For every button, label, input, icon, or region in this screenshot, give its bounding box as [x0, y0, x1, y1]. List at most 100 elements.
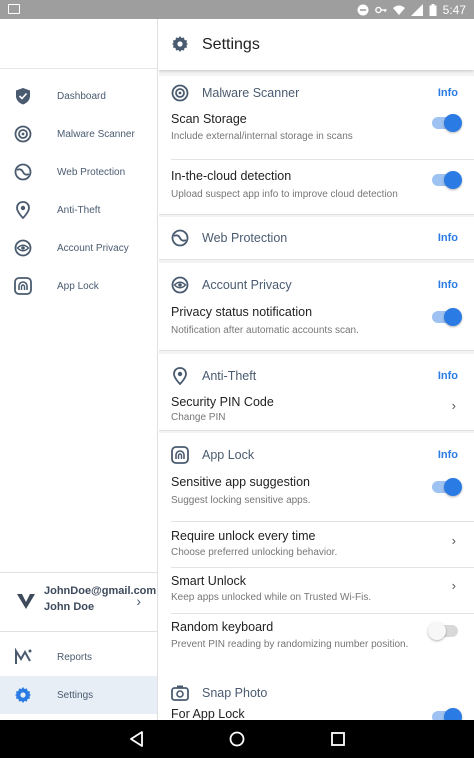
globe-icon [171, 229, 189, 247]
web-protection-section: Web Protection Info [159, 217, 474, 260]
chevron-right-icon: › [136, 593, 141, 609]
sidebar-item-label: Settings [57, 689, 94, 701]
setting-title: Smart Unlock [171, 574, 247, 588]
snap-photo-toggle[interactable] [432, 708, 462, 720]
cloud-detection-toggle[interactable] [432, 171, 462, 189]
info-link[interactable]: Info [438, 279, 458, 291]
scanner-icon [171, 84, 189, 102]
section-title: Account Privacy [202, 278, 292, 292]
sidebar-item-dashboard[interactable]: Dashboard [0, 77, 157, 115]
app-bar: Settings [159, 19, 474, 70]
toggle-knob [444, 308, 462, 326]
chevron-right-icon: › [451, 533, 456, 548]
vendor-logo-icon [17, 594, 35, 609]
section-header: Malware Scanner Info [159, 78, 474, 108]
toggle-knob [444, 114, 462, 132]
key-icon [374, 6, 387, 13]
setting-title: Privacy status notification [171, 305, 313, 319]
clock: 5:47 [442, 2, 466, 17]
sidebar-item-malware-scanner[interactable]: Malware Scanner [0, 115, 157, 153]
shield-icon [16, 88, 30, 105]
setting-row-scan-storage[interactable]: Scan Storage Include external/internal s… [159, 106, 474, 158]
sensitive-app-toggle[interactable] [432, 478, 462, 496]
battery-icon [429, 3, 437, 16]
page-title: Settings [202, 36, 260, 53]
section-title: Snap Photo [202, 686, 268, 700]
setting-row-security-pin[interactable]: Security PIN Code Change PIN › [159, 390, 474, 431]
fingerprint-icon [171, 446, 189, 464]
toggle-knob [428, 622, 446, 640]
reports-icon [15, 648, 32, 664]
section-title: Anti-Theft [202, 369, 257, 383]
privacy-notification-toggle[interactable] [432, 308, 462, 326]
recents-icon[interactable] [330, 731, 346, 747]
camera-icon [171, 685, 189, 701]
sidebar-item-label: Anti-Theft [57, 204, 101, 216]
toggle-knob [444, 708, 462, 720]
setting-row-privacy-notification[interactable]: Privacy status notification Notification… [159, 299, 474, 351]
setting-subtitle: Include external/internal storage in sca… [171, 131, 353, 142]
system-navigation-bar [0, 720, 474, 758]
do-not-disturb-icon [357, 4, 369, 15]
fingerprint-icon [14, 277, 32, 295]
back-icon[interactable] [129, 731, 145, 747]
info-link[interactable]: Info [438, 370, 458, 382]
settings-panel: Settings Malware Scanner Info Scan Stora… [159, 19, 474, 720]
section-title: Web Protection [202, 231, 288, 245]
sidebar-item-label: Reports [57, 651, 93, 663]
malware-scanner-section: Malware Scanner Info Scan Storage Includ… [159, 76, 474, 215]
drawer-header [0, 19, 157, 69]
snap-photo-section: Snap Photo For App Lock [159, 675, 474, 720]
sidebar-item-app-lock[interactable]: App Lock [0, 267, 157, 305]
home-icon[interactable] [229, 731, 245, 747]
setting-subtitle: Notification after automatic accounts sc… [171, 325, 359, 336]
setting-row-snap-for-app-lock[interactable]: For App Lock [159, 705, 474, 720]
setting-row-require-unlock[interactable]: Require unlock every time Choose preferr… [159, 522, 474, 567]
setting-subtitle: Keep apps unlocked while on Trusted Wi-F… [171, 592, 372, 603]
setting-row-sensitive-app-suggestion[interactable]: Sensitive app suggestion Suggest locking… [159, 469, 474, 521]
sidebar-item-anti-theft[interactable]: Anti-Theft [0, 191, 157, 229]
setting-row-cloud-detection[interactable]: In-the-cloud detection Upload suspect ap… [159, 160, 474, 215]
location-pin-icon [16, 201, 30, 219]
setting-row-smart-unlock[interactable]: Smart Unlock Keep apps unlocked while on… [159, 568, 474, 613]
setting-subtitle: Change PIN [171, 412, 226, 423]
random-keyboard-toggle[interactable] [428, 622, 458, 640]
location-pin-icon [173, 367, 187, 385]
app-lock-section: App Lock Info Sensitive app suggestion S… [159, 433, 474, 692]
chevron-right-icon: › [451, 398, 456, 413]
toggle-knob [444, 478, 462, 496]
scan-storage-toggle[interactable] [432, 114, 462, 132]
sidebar-item-label: App Lock [57, 280, 99, 292]
wifi-icon [392, 5, 405, 15]
info-link[interactable]: Info [438, 87, 458, 99]
info-link[interactable]: Info [438, 449, 458, 461]
status-bar: 5:47 [0, 0, 474, 19]
sidebar-item-reports[interactable]: Reports [0, 638, 157, 676]
setting-title: For App Lock [171, 707, 245, 720]
navigation-drawer: Dashboard Malware Scanner Web Protection… [0, 19, 158, 720]
anti-theft-section: Anti-Theft Info Security PIN Code Change… [159, 354, 474, 431]
sidebar-item-web-protection[interactable]: Web Protection [0, 153, 157, 191]
chevron-right-icon: › [451, 578, 456, 593]
scanner-icon [14, 125, 32, 143]
section-header: Web Protection Info [159, 223, 474, 253]
setting-title: In-the-cloud detection [171, 169, 292, 183]
account-privacy-section: Account Privacy Info Privacy status noti… [159, 263, 474, 351]
globe-icon [14, 163, 32, 181]
setting-title: Security PIN Code [171, 395, 274, 409]
section-header: Account Privacy Info [159, 270, 474, 300]
section-header: App Lock Info [159, 440, 474, 470]
sidebar-item-settings[interactable]: Settings [0, 676, 157, 714]
setting-subtitle: Upload suspect app info to improve cloud… [171, 189, 398, 200]
section-title: Malware Scanner [202, 86, 300, 100]
info-link[interactable]: Info [438, 232, 458, 244]
section-header: Snap Photo [159, 678, 474, 708]
account-switcher[interactable]: JohnDoe@gmail.com John Doe › [0, 572, 157, 632]
setting-subtitle: Suggest locking sensitive apps. [171, 495, 311, 506]
sidebar-item-account-privacy[interactable]: Account Privacy [0, 229, 157, 267]
section-header: Anti-Theft Info [159, 361, 474, 391]
sidebar-item-label: Dashboard [57, 90, 106, 102]
sidebar-item-label: Account Privacy [57, 242, 129, 254]
toggle-knob [444, 171, 462, 189]
setting-title: Sensitive app suggestion [171, 475, 310, 489]
